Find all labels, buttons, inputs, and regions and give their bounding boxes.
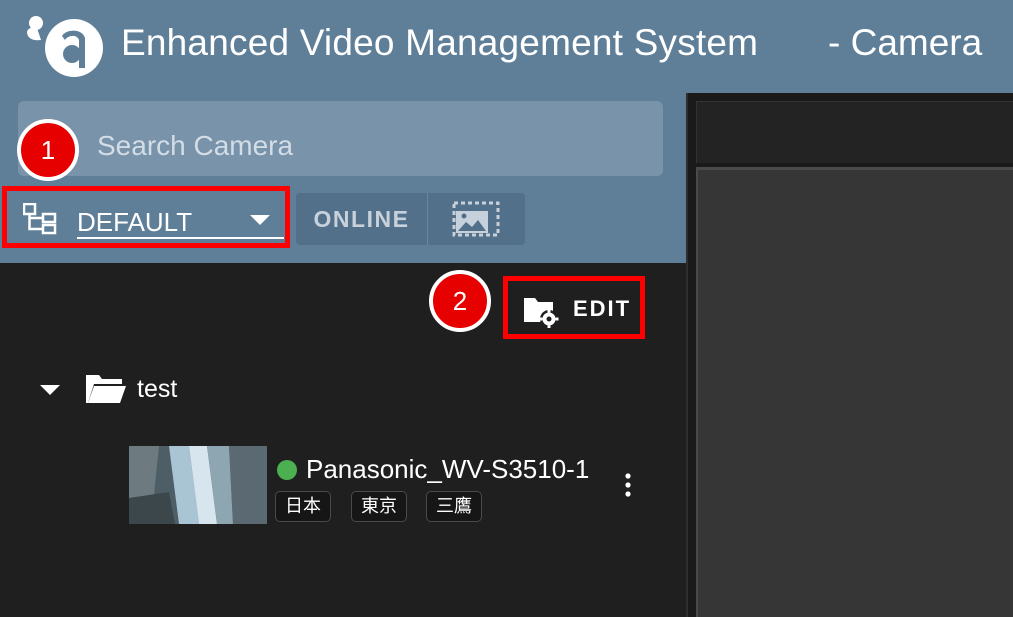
page-title: - Camera xyxy=(828,22,983,63)
annotation-badge-2: 2 xyxy=(429,270,491,332)
app-title: Enhanced Video Management System xyxy=(121,22,759,63)
folder-label: test xyxy=(137,375,178,403)
tree-select-dropdown[interactable]: DEFAULT xyxy=(2,186,290,248)
edit-label: EDIT xyxy=(573,296,632,321)
filter-toggle-group: ONLINE xyxy=(296,193,525,245)
camera-thumbnail xyxy=(129,446,267,524)
online-filter-button[interactable]: ONLINE xyxy=(296,193,427,245)
viewer-toolbar xyxy=(696,101,1013,163)
folder-open-icon xyxy=(86,375,126,403)
chevron-down-icon xyxy=(250,215,270,225)
edit-folders-button[interactable]: EDIT xyxy=(503,276,645,339)
more-vertical-icon[interactable] xyxy=(620,472,636,498)
video-view-area[interactable] xyxy=(696,167,1013,617)
app-header: Enhanced Video Management System - Camer… xyxy=(0,0,1013,93)
search-placeholder: Search Camera xyxy=(97,130,294,161)
annotation-badge-1: 1 xyxy=(17,119,79,181)
camera-tag: 東京 xyxy=(351,491,407,522)
caret-down-icon[interactable] xyxy=(40,385,60,395)
search-input[interactable]: Search Camera xyxy=(18,101,663,176)
logo-a-icon xyxy=(27,16,103,77)
thumbnail-toggle-button[interactable] xyxy=(428,193,525,245)
sidebar-toolbar: Search Camera DEFAULT ONLINE xyxy=(0,93,687,263)
camera-tag: 三鷹 xyxy=(426,491,482,522)
folder-gear-icon xyxy=(524,298,559,328)
online-status-dot xyxy=(277,460,297,480)
folder-node-test[interactable]: test xyxy=(38,368,338,410)
camera-list-item[interactable]: Panasonic_WV-S3510-1 日本 東京 三鷹 xyxy=(129,446,649,526)
tree-select-value: DEFAULT xyxy=(77,207,193,237)
select-underline xyxy=(77,237,284,239)
tree-structure-icon xyxy=(23,203,57,235)
image-select-icon xyxy=(452,201,500,237)
camera-tag: 日本 xyxy=(275,491,331,522)
camera-name: Panasonic_WV-S3510-1 xyxy=(306,454,590,484)
main-viewer-panel xyxy=(688,93,1013,617)
